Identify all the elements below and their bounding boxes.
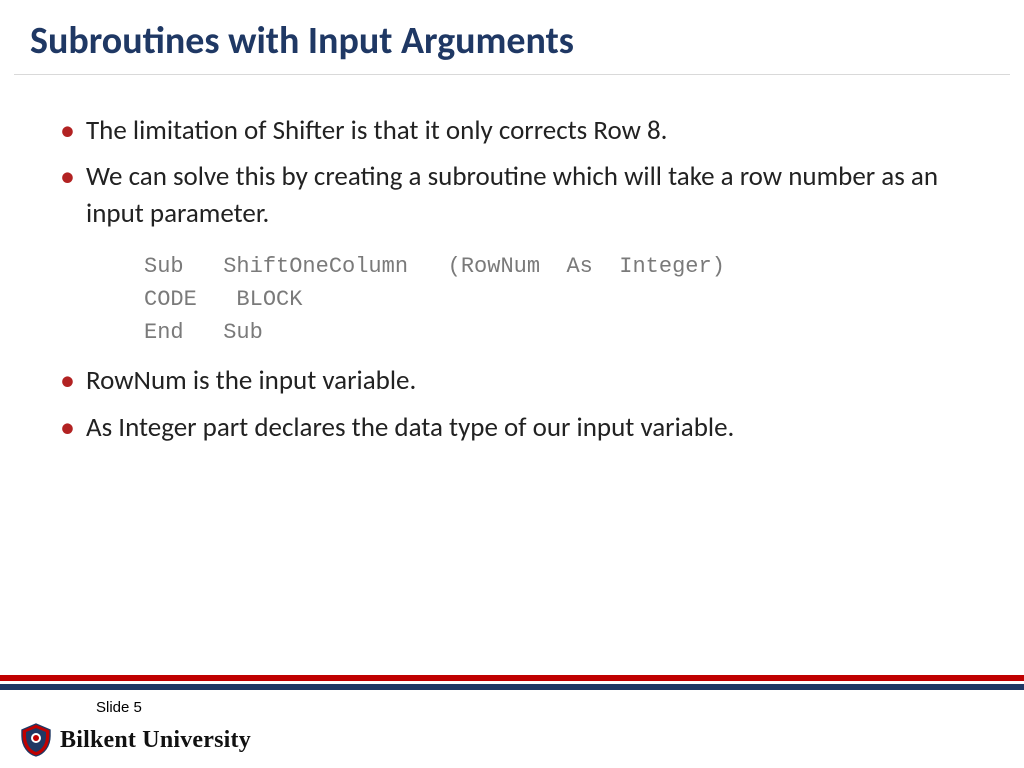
bullet-item: RowNum is the input variable.: [58, 363, 984, 399]
bullet-item: As Integer part declares the data type o…: [58, 410, 984, 446]
bullet-item: We can solve this by creating a subrouti…: [58, 159, 984, 232]
slide-content: The limitation of Shifter is that it onl…: [0, 75, 1024, 768]
university-branding: Bilkent University: [20, 722, 251, 758]
bar-navy: [0, 684, 1024, 690]
university-logo-icon: [20, 722, 52, 758]
code-block: Sub ShiftOneColumn (RowNum As Integer) C…: [58, 242, 984, 363]
slide-title: Subroutines with Input Arguments: [0, 0, 1024, 74]
footer-color-bars: [0, 675, 1024, 690]
bullet-item: The limitation of Shifter is that it onl…: [58, 113, 984, 149]
bullet-list-1: The limitation of Shifter is that it onl…: [58, 113, 984, 232]
university-name: Bilkent University: [60, 727, 251, 754]
bullet-list-2: RowNum is the input variable. As Integer…: [58, 363, 984, 446]
slide: Subroutines with Input Arguments The lim…: [0, 0, 1024, 768]
slide-number: Slide 5: [96, 699, 142, 716]
